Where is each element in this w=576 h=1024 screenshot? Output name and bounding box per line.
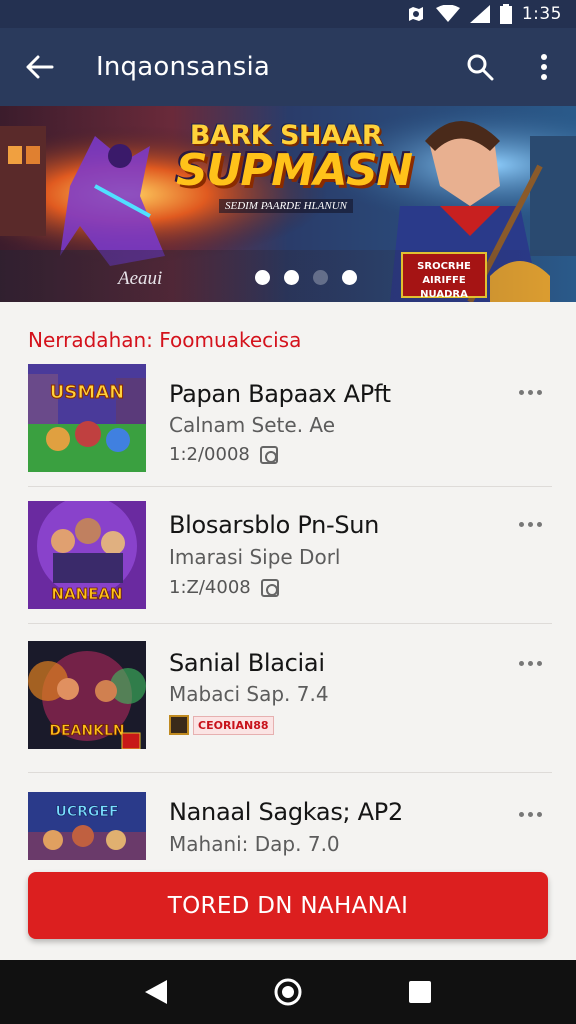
item-subtitle: Calnam Sete. Ae xyxy=(169,413,336,437)
item-name: Sanial Blaciai xyxy=(169,649,325,677)
badge-icon xyxy=(169,715,189,735)
square-recents-icon xyxy=(409,981,431,1003)
status-time: 1:35 xyxy=(521,4,562,24)
status-bar: 1:35 xyxy=(0,0,576,28)
item-name: Nanaal Sagkas; AP2 xyxy=(169,798,403,826)
item-thumbnail: NANEAN xyxy=(28,501,146,609)
nav-home-button[interactable] xyxy=(258,960,318,1024)
item-more-button[interactable] xyxy=(512,653,548,673)
banner-title: BARK SHAAR SUPMASN SEDIM PAARDE HLANUN xyxy=(176,120,413,214)
item-thumbnail: USMAN xyxy=(28,364,146,472)
divider xyxy=(28,623,552,624)
item-subtitle: Mahani: Dap. 7.0 xyxy=(169,832,340,856)
item-subtitle: Mabaci Sap. 7.4 xyxy=(169,682,329,706)
divider xyxy=(28,772,552,773)
banner-title-line2: SUPMASN xyxy=(176,145,413,196)
item-tag: CEORIAN88 xyxy=(169,715,274,735)
item-meta: CEORIAN88 xyxy=(169,715,274,735)
page-dot[interactable] xyxy=(255,270,270,285)
item-more-button[interactable] xyxy=(512,514,548,534)
arrow-left-icon xyxy=(26,55,54,79)
vibrate-icon xyxy=(408,7,423,21)
thumbnail-logo: NANEAN xyxy=(51,585,122,603)
item-meta: 1:Z/4008 xyxy=(169,577,279,598)
item-tag-label: CEORIAN88 xyxy=(193,715,274,735)
search-button[interactable] xyxy=(448,28,512,106)
page-dot[interactable] xyxy=(284,270,299,285)
banner-badge: SROCRHE AIRIFFE NUADRA xyxy=(401,252,487,300)
signal-icon xyxy=(469,5,490,23)
page-title: Inqaonsansia xyxy=(96,52,271,82)
item-subtitle: Imarasi Sipe Dorl xyxy=(169,545,341,569)
battery-icon xyxy=(499,4,512,24)
download-icon xyxy=(259,445,278,464)
item-thumbnail: DEANKLN xyxy=(28,641,146,749)
system-nav-bar xyxy=(0,960,576,1024)
nav-back-button[interactable] xyxy=(126,960,186,1024)
item-meta: 1:2/0008 xyxy=(169,444,278,465)
page-indicator xyxy=(255,270,357,285)
nav-recents-button[interactable] xyxy=(390,960,450,1024)
thumbnail-logo: UCRGEF xyxy=(55,804,118,820)
item-more-button[interactable] xyxy=(512,382,548,402)
thumbnail-logo: DEANKLN xyxy=(49,723,124,739)
triangle-back-icon xyxy=(145,980,167,1004)
item-thumbnail: UCRGEF xyxy=(28,792,146,860)
overflow-menu-button[interactable] xyxy=(512,28,576,106)
item-meta-text: 1:Z/4008 xyxy=(169,577,251,598)
app-bar: Inqaonsansia xyxy=(0,28,576,106)
divider xyxy=(28,486,552,487)
banner-caption: Aeaui xyxy=(118,268,163,289)
search-icon xyxy=(467,54,494,81)
download-icon xyxy=(260,578,279,597)
wifi-icon xyxy=(435,5,460,22)
cta-container: TORED DN NAHANAI xyxy=(0,860,576,960)
circle-home-icon xyxy=(274,978,302,1006)
item-name: Blosarsblo Pn-Sun xyxy=(169,511,380,539)
back-button[interactable] xyxy=(0,28,80,106)
item-meta-text: 1:2/0008 xyxy=(169,444,250,465)
banner-subtitle: SEDIM PAARDE HLANUN xyxy=(218,199,353,213)
page-dot[interactable] xyxy=(313,270,328,285)
section-title: Nerradahan: Foomuakecisa xyxy=(28,328,302,352)
page-dot[interactable] xyxy=(342,270,357,285)
item-name: Papan Bapaax APft xyxy=(169,380,391,408)
item-more-button[interactable] xyxy=(512,804,548,824)
more-vertical-icon xyxy=(541,54,547,80)
thumbnail-logo: USMAN xyxy=(50,382,125,403)
featured-banner[interactable]: BARK SHAAR SUPMASN SEDIM PAARDE HLANUN A… xyxy=(0,106,576,302)
primary-action-button[interactable]: TORED DN NAHANAI xyxy=(28,872,548,939)
